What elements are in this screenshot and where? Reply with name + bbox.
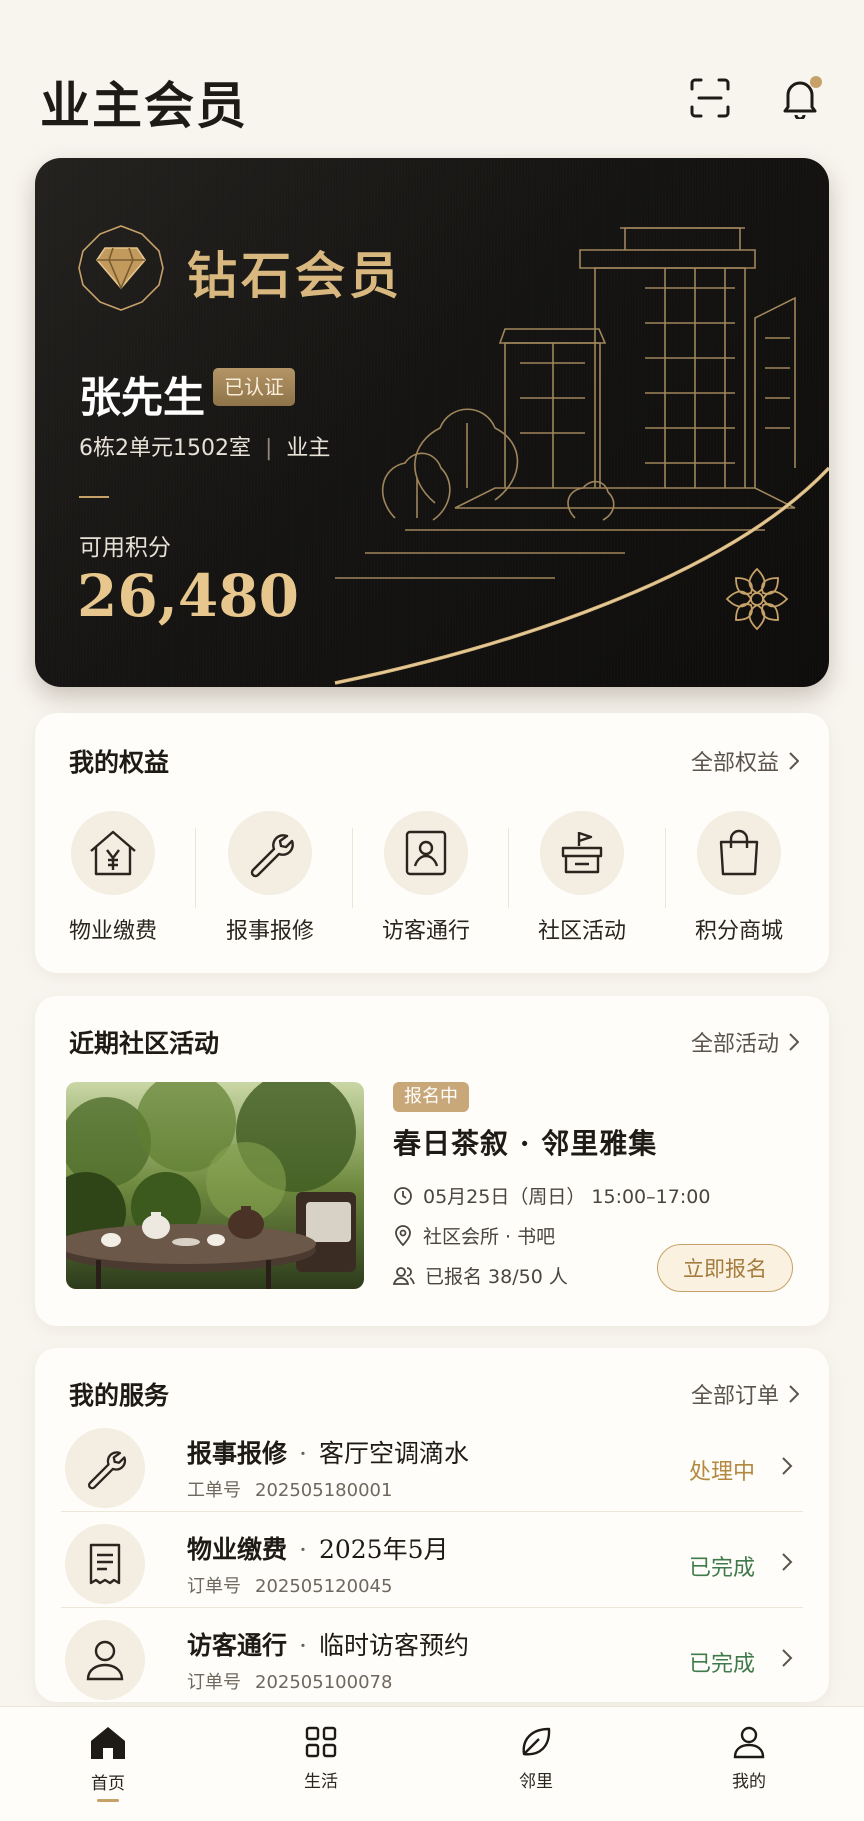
benefit-visitor[interactable]: 访客通行 bbox=[348, 811, 504, 945]
service-status: 已完成 bbox=[688, 1556, 755, 1581]
wrench-icon bbox=[88, 1451, 127, 1490]
activity-enrolled: 已报名 38/50 人 bbox=[393, 1262, 568, 1289]
nav-home[interactable]: 首页 bbox=[58, 1725, 158, 1802]
activity-more-link[interactable]: 全部活动 bbox=[691, 1026, 799, 1058]
person-icon bbox=[86, 1640, 124, 1681]
services-more-label: 全部订单 bbox=[690, 1384, 779, 1409]
benefit-points-mall[interactable]: 积分商城 bbox=[661, 811, 817, 945]
page-title: 业主会员 bbox=[40, 76, 248, 135]
room-number: 6栋2单元1502室 bbox=[79, 436, 251, 461]
app-header: 业主会员 bbox=[0, 0, 864, 150]
wrench-icon bbox=[250, 834, 294, 878]
activity-panel: 近期社区活动 全部活动 报名中 春日茶叙 · 邻里雅集 05月25日（周日） 1… bbox=[35, 996, 829, 1326]
notification-dot bbox=[810, 76, 822, 88]
nav-neighbors[interactable]: 邻里 bbox=[486, 1725, 586, 1792]
nav-profile[interactable]: 我的 bbox=[699, 1725, 799, 1792]
receipt-icon bbox=[89, 1543, 121, 1585]
scan-button[interactable] bbox=[686, 74, 734, 122]
service-title: 报事报修 · 客厅空调滴水 bbox=[187, 1439, 469, 1468]
chevron-right-icon bbox=[789, 1385, 799, 1403]
chevron-right-icon bbox=[789, 752, 799, 770]
scan-icon bbox=[690, 78, 730, 118]
notification-button[interactable] bbox=[776, 74, 824, 122]
service-row-repair[interactable]: 报事报修 · 客厅空调滴水 工单号 202505180001 处理中 bbox=[61, 1420, 803, 1516]
house-yen-icon bbox=[90, 830, 136, 876]
nav-active-indicator bbox=[97, 1799, 119, 1802]
benefits-more-label: 全部权益 bbox=[690, 751, 779, 776]
people-icon bbox=[393, 1266, 415, 1285]
activity-name[interactable]: 春日茶叙 · 邻里雅集 bbox=[393, 1122, 657, 1162]
user-icon bbox=[733, 1726, 765, 1759]
service-order-number: 订单号 202505100078 bbox=[187, 1672, 393, 1693]
address-separator: | bbox=[264, 436, 273, 461]
member-role: 业主 bbox=[286, 436, 331, 461]
chevron-right-icon bbox=[782, 1457, 793, 1475]
service-status: 已完成 bbox=[688, 1652, 755, 1677]
nav-label: 邻里 bbox=[519, 1772, 553, 1792]
service-row-property-fee[interactable]: 物业缴费 · 2025年5月 订单号 202505120045 已完成 bbox=[61, 1516, 803, 1612]
bottom-nav: 首页 生活 邻里 我的 bbox=[0, 1706, 864, 1821]
benefit-label: 报事报修 bbox=[225, 919, 314, 944]
service-row-visitor[interactable]: 访客通行 · 临时访客预约 订单号 202505100078 已完成 bbox=[61, 1612, 803, 1708]
flag-icon bbox=[561, 831, 603, 874]
grid-icon bbox=[305, 1726, 337, 1758]
benefit-activity[interactable]: 社区活动 bbox=[504, 811, 660, 945]
shopping-bag-icon bbox=[719, 829, 759, 876]
gold-divider bbox=[79, 496, 109, 498]
chevron-right-icon bbox=[782, 1553, 793, 1571]
service-order-number: 工单号 202505180001 bbox=[187, 1480, 393, 1501]
benefit-repair[interactable]: 报事报修 bbox=[192, 811, 348, 945]
services-panel: 我的服务 全部订单 报事报修 · 客厅空调滴水 工单号 202505180001 处理… bbox=[35, 1348, 829, 1702]
activity-time: 05月25日（周日） 15:00–17:00 bbox=[393, 1182, 710, 1209]
nav-label: 生活 bbox=[304, 1772, 338, 1792]
benefit-property-fee[interactable]: 物业缴费 bbox=[35, 811, 191, 945]
visitor-badge-icon bbox=[405, 830, 447, 876]
activity-title: 近期社区活动 bbox=[69, 1029, 220, 1058]
points-label: 可用积分 bbox=[79, 535, 171, 561]
member-card[interactable]: 钻石会员 张先生 已认证 6栋2单元1502室 | 业主 可用积分 26,480 bbox=[35, 158, 829, 687]
benefit-label: 物业缴费 bbox=[68, 919, 157, 944]
services-title: 我的服务 bbox=[69, 1381, 170, 1410]
services-more-link[interactable]: 全部订单 bbox=[691, 1378, 799, 1410]
location-pin-icon bbox=[395, 1224, 411, 1246]
benefits-more-link[interactable]: 全部权益 bbox=[691, 745, 799, 777]
service-title: 物业缴费 · 2025年5月 bbox=[187, 1535, 449, 1564]
service-order-number: 订单号 202505120045 bbox=[187, 1576, 393, 1597]
benefit-label: 访客通行 bbox=[381, 919, 470, 944]
member-tier: 钻石会员 bbox=[187, 246, 403, 305]
member-name: 张先生 bbox=[79, 373, 206, 422]
chevron-right-icon bbox=[782, 1649, 793, 1667]
benefits-panel: 我的权益 全部权益 物业缴费 报事报修 访客通行 社区活动 积分商城 bbox=[35, 713, 829, 973]
service-status: 处理中 bbox=[688, 1460, 755, 1485]
benefit-label: 积分商城 bbox=[694, 919, 783, 944]
signup-button[interactable]: 立即报名 bbox=[657, 1244, 793, 1292]
activity-image[interactable] bbox=[66, 1082, 364, 1289]
leaf-icon bbox=[522, 1727, 551, 1756]
nav-label: 首页 bbox=[91, 1774, 125, 1794]
activity-time-text: 05月25日（周日） 15:00–17:00 bbox=[423, 1186, 711, 1208]
benefit-label: 社区活动 bbox=[537, 919, 626, 944]
nav-label: 我的 bbox=[732, 1772, 766, 1792]
activity-location: 社区会所 · 书吧 bbox=[393, 1222, 555, 1249]
clock-icon bbox=[394, 1186, 412, 1205]
activity-location-text: 社区会所 · 书吧 bbox=[423, 1226, 556, 1248]
verified-badge: 已认证 bbox=[213, 368, 295, 406]
activity-enrolled-text: 已报名 38/50 人 bbox=[425, 1266, 568, 1288]
benefits-title: 我的权益 bbox=[69, 748, 170, 777]
activity-status-badge: 报名中 bbox=[393, 1082, 469, 1112]
chevron-right-icon bbox=[789, 1033, 799, 1051]
activity-more-label: 全部活动 bbox=[690, 1032, 779, 1057]
home-icon bbox=[91, 1727, 125, 1759]
member-address: 6栋2单元1502室 | 业主 bbox=[79, 430, 330, 462]
service-title: 访客通行 · 临时访客预约 bbox=[187, 1631, 469, 1660]
points-value: 26,480 bbox=[77, 562, 299, 630]
nav-life[interactable]: 生活 bbox=[271, 1725, 371, 1792]
